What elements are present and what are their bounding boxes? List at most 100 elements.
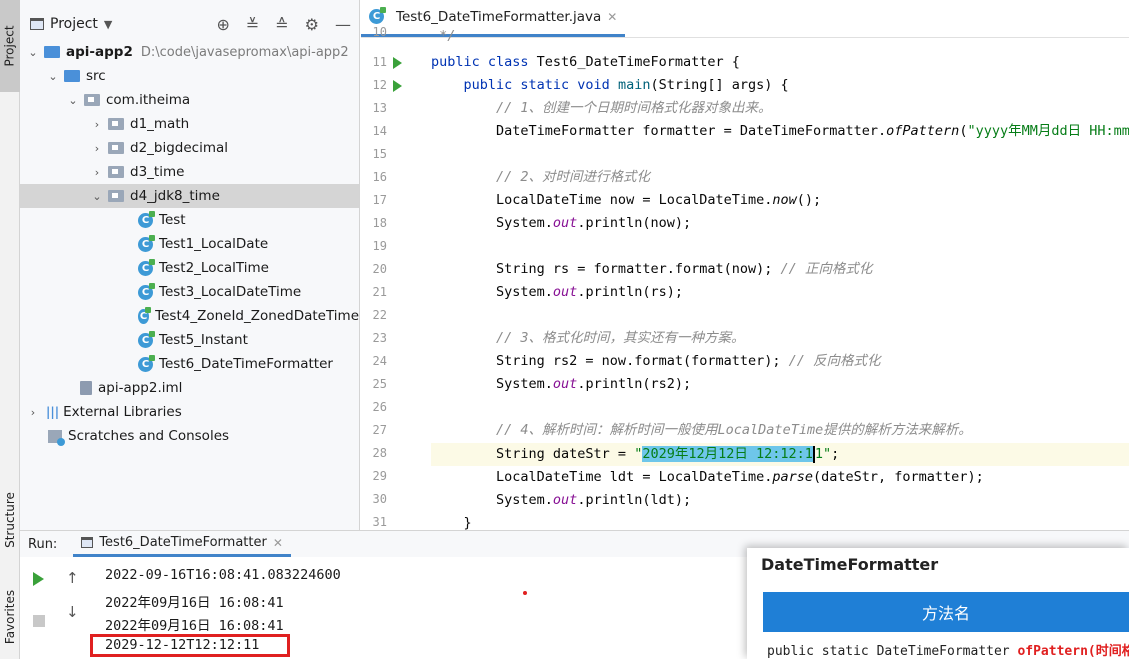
- line-number: 31: [372, 515, 387, 529]
- tree-item-test1[interactable]: C Test1_LocalDate: [20, 232, 359, 256]
- line-number: 30: [372, 492, 387, 506]
- locate-icon[interactable]: ⊕: [216, 15, 229, 34]
- tree-item-d4-jdk8-time[interactable]: ⌄ d4_jdk8_time: [20, 184, 359, 208]
- run-config-icon: [81, 537, 94, 548]
- tree-item-scratches[interactable]: Scratches and Consoles: [20, 424, 359, 448]
- line-number: 24: [372, 354, 387, 368]
- editor-tab-test6[interactable]: C Test6_DateTimeFormatter.java ✕: [361, 0, 626, 37]
- structure-tool-tab[interactable]: Structure: [0, 480, 20, 560]
- code-line: public static void main(String[] args) {: [463, 77, 789, 93]
- tree-item-d3-time[interactable]: › d3_time: [20, 160, 359, 184]
- project-panel: Project ▼ ⊕ ≚ ≙ ⚙ — ⌄ api-app2 D:\code\j…: [20, 0, 360, 530]
- code-line: */: [431, 28, 456, 44]
- line-number: 23: [372, 331, 387, 345]
- tree-item-label: Test: [159, 212, 186, 228]
- code-line: System.out.println(ldt);: [431, 492, 692, 508]
- tree-item-d1-math[interactable]: › d1_math: [20, 112, 359, 136]
- code-area[interactable]: */ public class Test6_DateTimeFormatter …: [431, 28, 1129, 530]
- chevron-down-icon[interactable]: ⌄: [90, 190, 104, 203]
- gear-icon[interactable]: ⚙: [305, 15, 319, 34]
- tree-item-label: api-app2.iml: [98, 380, 183, 396]
- console-line: 2022年09月16日 16:08:41: [105, 618, 284, 634]
- line-number: 21: [372, 285, 387, 299]
- hide-icon[interactable]: —: [335, 15, 351, 34]
- chevron-down-icon[interactable]: ⌄: [66, 94, 80, 107]
- close-icon[interactable]: ✕: [273, 536, 283, 550]
- project-header-icons: ⊕ ≚ ≙ ⚙ —: [216, 15, 351, 34]
- project-tool-tab[interactable]: Project: [0, 0, 20, 92]
- source-folder-icon: [64, 70, 80, 82]
- chevron-right-icon[interactable]: ›: [90, 166, 104, 179]
- line-number: 11: [372, 55, 387, 69]
- chevron-right-icon[interactable]: ›: [26, 406, 40, 419]
- favorites-tool-tab-label: Favorites: [3, 589, 17, 645]
- arrow-down-icon[interactable]: ↓: [66, 603, 79, 621]
- line-number: 27: [372, 423, 387, 437]
- close-icon[interactable]: ✕: [607, 10, 617, 24]
- code-line: }: [431, 515, 472, 530]
- library-icon: |||: [46, 405, 60, 419]
- tree-item-test5[interactable]: C Test5_Instant: [20, 328, 359, 352]
- console-line: 2022年09月16日 16:08:41: [105, 595, 284, 611]
- chevron-right-icon[interactable]: ›: [90, 118, 104, 131]
- tree-item-label: com.itheima: [106, 92, 191, 108]
- collapse-all-icon[interactable]: ≙: [275, 15, 288, 34]
- tree-item-com-itheima[interactable]: ⌄ com.itheima: [20, 88, 359, 112]
- rerun-icon[interactable]: [33, 572, 44, 586]
- method-table-row: public static DateTimeFormatter ofPatter…: [763, 640, 1129, 659]
- arrow-up-icon[interactable]: ↑: [66, 569, 79, 587]
- code-line: DateTimeFormatter formatter = DateTimeFo…: [431, 123, 1129, 139]
- stop-icon[interactable]: [33, 615, 45, 627]
- code-line: // 3、格式化时间，其实还有一种方案。: [496, 330, 745, 346]
- run-main-icon[interactable]: [393, 80, 402, 92]
- java-class-icon: C: [138, 258, 155, 276]
- favorites-tool-tab[interactable]: Favorites: [0, 575, 20, 659]
- tree-item-src[interactable]: ⌄ src: [20, 64, 359, 88]
- overlay-title: DateTimeFormatter: [761, 555, 939, 574]
- method-name: ofPattern(时间格: [1017, 644, 1129, 659]
- project-panel-title: Project: [50, 16, 98, 32]
- run-class-icon[interactable]: [393, 57, 402, 69]
- tree-item-label: src: [86, 68, 106, 84]
- code-line: System.out.println(rs);: [431, 284, 683, 300]
- java-class-icon: C: [138, 306, 152, 324]
- tree-item-test4[interactable]: C Test4_ZoneId_ZonedDateTime: [20, 304, 359, 328]
- tree-item-test6[interactable]: C Test6_DateTimeFormatter: [20, 352, 359, 376]
- tree-item-label: Test6_DateTimeFormatter: [159, 356, 333, 372]
- code-line: String rs = formatter.format(now); // 正向…: [431, 261, 873, 277]
- tree-item-label: Test4_ZoneId_ZonedDateTime: [155, 308, 359, 324]
- run-tab-test6[interactable]: Test6_DateTimeFormatter ✕: [73, 531, 291, 557]
- expand-all-icon[interactable]: ≚: [246, 15, 259, 34]
- line-number: 16: [372, 170, 387, 184]
- line-number: 26: [372, 400, 387, 414]
- line-number: 15: [372, 147, 387, 161]
- chevron-down-icon[interactable]: ⌄: [26, 46, 40, 59]
- code-line: System.out.println(rs2);: [431, 376, 692, 392]
- code-editor: C Test6_DateTimeFormatter.java ✕ 10 11 1…: [361, 0, 1129, 530]
- run-toolbar: ↑ ↓: [20, 557, 90, 659]
- structure-tool-tab-label: Structure: [3, 492, 18, 548]
- code-line: public class Test6_DateTimeFormatter {: [431, 54, 740, 70]
- annotation-dot: [523, 591, 527, 595]
- highlight-box: [90, 634, 290, 657]
- tree-item-test[interactable]: C Test: [20, 208, 359, 232]
- project-view-selector[interactable]: Project ▼: [30, 16, 112, 32]
- method-table-header: 方法名: [763, 592, 1129, 632]
- tree-item-d2-bigdecimal[interactable]: › d2_bigdecimal: [20, 136, 359, 160]
- chevron-down-icon[interactable]: ⌄: [46, 70, 60, 83]
- package-icon: [108, 142, 124, 154]
- tree-item-external-libraries[interactable]: › ||| External Libraries: [20, 400, 359, 424]
- tree-item-test3[interactable]: C Test3_LocalDateTime: [20, 280, 359, 304]
- tree-item-iml[interactable]: api-app2.iml: [20, 376, 359, 400]
- java-class-icon: C: [138, 234, 155, 252]
- chevron-right-icon[interactable]: ›: [90, 142, 104, 155]
- code-line: LocalDateTime ldt = LocalDateTime.parse(…: [431, 469, 984, 485]
- project-tool-tab-label: Project: [3, 25, 17, 67]
- tree-item-label: Test5_Instant: [159, 332, 248, 348]
- tree-item-test2[interactable]: C Test2_LocalTime: [20, 256, 359, 280]
- tree-item-label: External Libraries: [63, 404, 182, 420]
- java-class-icon: C: [138, 330, 155, 348]
- tree-item-label: Test3_LocalDateTime: [159, 284, 302, 300]
- tree-item-api-app2[interactable]: ⌄ api-app2 D:\code\javasepromax\api-app2: [20, 40, 359, 64]
- line-number: 25: [372, 377, 387, 391]
